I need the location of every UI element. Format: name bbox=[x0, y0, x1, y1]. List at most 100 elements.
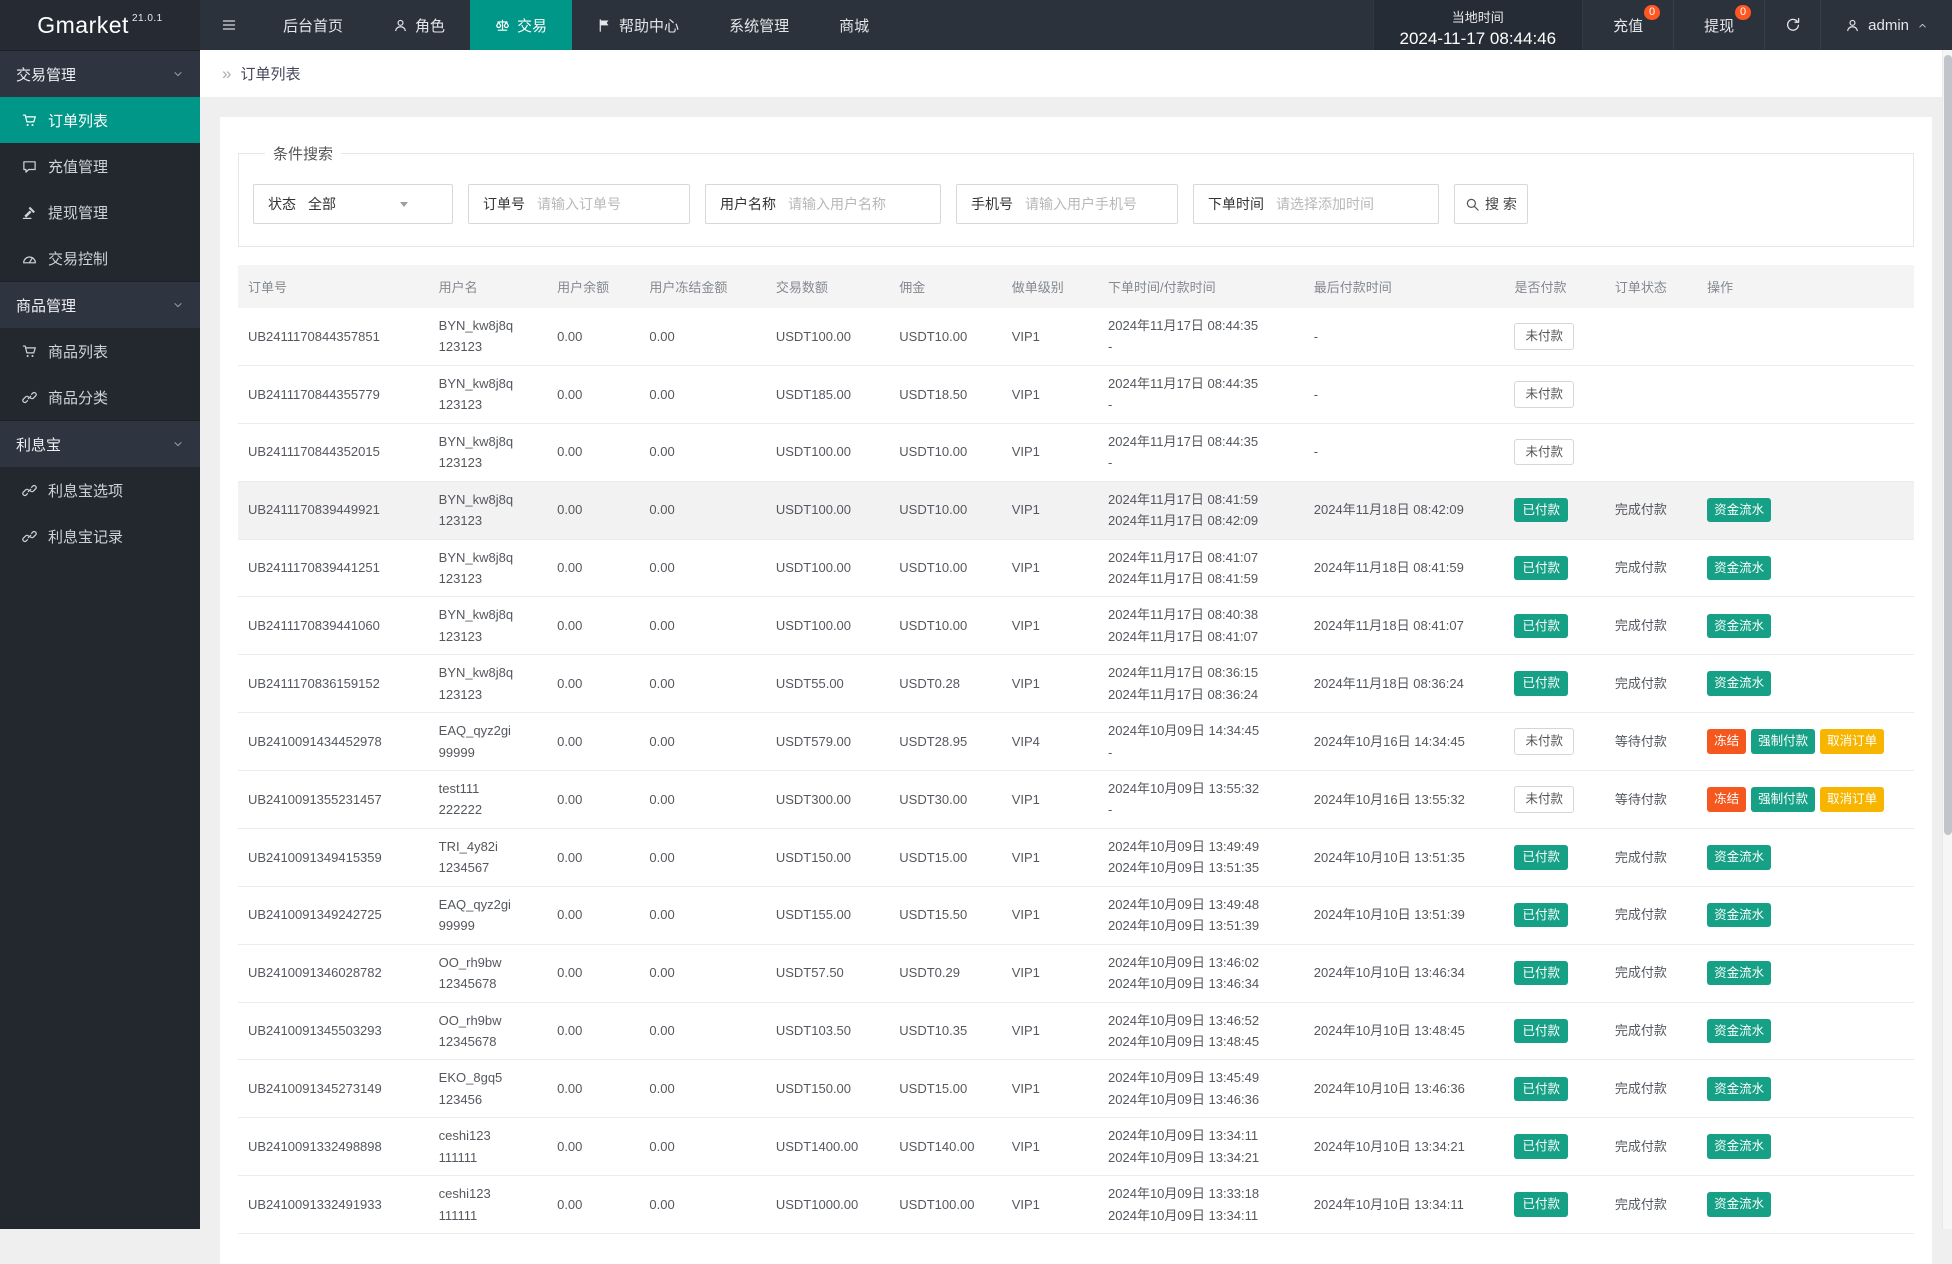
table-row: UB2410091345273149EKO_8gq51234560.000.00… bbox=[238, 1060, 1914, 1118]
frozen-cell: 0.00 bbox=[639, 713, 765, 771]
user-cell: BYN_kw8j8q123123 bbox=[429, 655, 547, 713]
nav-item-商城[interactable]: 商城 bbox=[814, 0, 894, 50]
phone-filter: 手机号 bbox=[956, 184, 1178, 224]
order-no-cell: UB2410091355231457 bbox=[238, 771, 429, 829]
action-button-资金流水[interactable]: 资金流水 bbox=[1707, 961, 1771, 986]
actions-cell: 资金流水 bbox=[1697, 597, 1914, 655]
sidebar-item-利息宝记录[interactable]: 利息宝记录 bbox=[0, 513, 200, 559]
frozen-cell: 0.00 bbox=[639, 1002, 765, 1060]
nav-item-交易[interactable]: 交易 bbox=[470, 0, 572, 50]
order-no-input[interactable] bbox=[537, 196, 689, 212]
order-no-cell: UB2410091346028782 bbox=[238, 944, 429, 1002]
order-status-cell: 等待付款 bbox=[1605, 713, 1697, 771]
action-button-资金流水[interactable]: 资金流水 bbox=[1707, 845, 1771, 870]
action-button-冻结[interactable]: 冻结 bbox=[1707, 787, 1746, 812]
amount-cell: USDT103.50 bbox=[766, 1002, 889, 1060]
last-pay-time-cell: 2024年11月18日 08:36:24 bbox=[1304, 655, 1505, 713]
order-no-filter: 订单号 bbox=[468, 184, 690, 224]
sidebar-toggle-button[interactable] bbox=[200, 0, 258, 50]
action-button-强制付款[interactable]: 强制付款 bbox=[1751, 787, 1815, 812]
level-cell: VIP1 bbox=[1002, 944, 1098, 1002]
order-no-cell: UB2411170844355779 bbox=[238, 365, 429, 423]
level-cell: VIP1 bbox=[1002, 1176, 1098, 1234]
level-cell: VIP1 bbox=[1002, 1060, 1098, 1118]
nav-item-帮助中心[interactable]: 帮助中心 bbox=[572, 0, 704, 50]
commission-cell: USDT10.00 bbox=[889, 481, 1001, 539]
order-no-cell: UB2411170836159152 bbox=[238, 655, 429, 713]
user-menu[interactable]: admin bbox=[1821, 0, 1952, 50]
action-button-冻结[interactable]: 冻结 bbox=[1707, 729, 1746, 754]
frozen-cell: 0.00 bbox=[639, 828, 765, 886]
table-row: UB2411170839441060BYN_kw8j8q1231230.000.… bbox=[238, 597, 1914, 655]
nav-item-后台首页[interactable]: 后台首页 bbox=[258, 0, 368, 50]
sidebar-item-商品列表[interactable]: 商品列表 bbox=[0, 328, 200, 374]
order-no-cell: UB2410091349242725 bbox=[238, 886, 429, 944]
search-button[interactable]: 搜 索 bbox=[1454, 184, 1528, 224]
order-time-cell: 2024年11月17日 08:41:072024年11月17日 08:41:59 bbox=[1098, 539, 1304, 597]
pay-status-badge: 未付款 bbox=[1514, 323, 1574, 350]
balance-cell: 0.00 bbox=[547, 944, 639, 1002]
action-button-资金流水[interactable]: 资金流水 bbox=[1707, 671, 1771, 696]
nav-item-系统管理[interactable]: 系统管理 bbox=[704, 0, 814, 50]
actions-cell: 冻结强制付款取消订单 bbox=[1697, 771, 1914, 829]
action-button-资金流水[interactable]: 资金流水 bbox=[1707, 614, 1771, 639]
order-no-cell: UB2411170839449921 bbox=[238, 481, 429, 539]
actions-cell: 资金流水 bbox=[1697, 481, 1914, 539]
last-pay-time-cell: 2024年10月10日 13:34:21 bbox=[1304, 1118, 1505, 1176]
orders-card: 条件搜索 状态 全部 订单号 用户名称 bbox=[220, 117, 1932, 1264]
order-time-input[interactable] bbox=[1276, 196, 1438, 212]
last-pay-time-cell: 2024年10月10日 13:51:35 bbox=[1304, 828, 1505, 886]
table-row: UB2411170839441251BYN_kw8j8q1231230.000.… bbox=[238, 539, 1914, 597]
sidebar-item-充值管理[interactable]: 充值管理 bbox=[0, 143, 200, 189]
column-header-是否付款: 是否付款 bbox=[1504, 265, 1604, 308]
order-no-cell: UB2410091349415359 bbox=[238, 828, 429, 886]
commission-cell: USDT10.35 bbox=[889, 1002, 1001, 1060]
action-button-资金流水[interactable]: 资金流水 bbox=[1707, 1192, 1771, 1217]
scrollbar-thumb[interactable] bbox=[1944, 55, 1952, 835]
last-pay-time-cell: 2024年11月18日 08:41:07 bbox=[1304, 597, 1505, 655]
level-cell: VIP4 bbox=[1002, 713, 1098, 771]
action-button-资金流水[interactable]: 资金流水 bbox=[1707, 1077, 1771, 1102]
refresh-button[interactable] bbox=[1765, 0, 1821, 50]
sidebar-item-利息宝选项[interactable]: 利息宝选项 bbox=[0, 467, 200, 513]
sidebar-item-交易控制[interactable]: 交易控制 bbox=[0, 235, 200, 281]
sidebar-group-利息宝[interactable]: 利息宝 bbox=[0, 420, 200, 467]
action-button-强制付款[interactable]: 强制付款 bbox=[1751, 729, 1815, 754]
username-input[interactable] bbox=[788, 196, 940, 212]
withdraw-notice-button[interactable]: 提现 0 bbox=[1674, 0, 1765, 50]
phone-input[interactable] bbox=[1025, 196, 1177, 212]
actions-cell: 资金流水 bbox=[1697, 1060, 1914, 1118]
sidebar-group-交易管理[interactable]: 交易管理 bbox=[0, 50, 200, 97]
person-icon bbox=[393, 18, 408, 33]
last-pay-time-cell: 2024年10月10日 13:46:34 bbox=[1304, 944, 1505, 1002]
app-name: Gmarket bbox=[37, 12, 129, 39]
pay-status-cell: 已付款 bbox=[1504, 1118, 1604, 1176]
status-select[interactable]: 状态 全部 bbox=[253, 184, 453, 224]
action-button-资金流水[interactable]: 资金流水 bbox=[1707, 1134, 1771, 1159]
frozen-cell: 0.00 bbox=[639, 308, 765, 365]
order-time-cell: 2024年10月09日 13:33:182024年10月09日 13:34:11 bbox=[1098, 1176, 1304, 1234]
balance-cell: 0.00 bbox=[547, 1002, 639, 1060]
nav-item-角色[interactable]: 角色 bbox=[368, 0, 470, 50]
pay-status-cell: 已付款 bbox=[1504, 944, 1604, 1002]
actions-cell bbox=[1697, 365, 1914, 423]
action-button-取消订单[interactable]: 取消订单 bbox=[1820, 787, 1884, 812]
last-pay-time-cell: - bbox=[1304, 308, 1505, 365]
recharge-notice-button[interactable]: 充值 0 bbox=[1583, 0, 1674, 50]
sidebar-item-提现管理[interactable]: 提现管理 bbox=[0, 189, 200, 235]
breadcrumb-chevron-icon: » bbox=[222, 64, 231, 84]
search-icon bbox=[1465, 197, 1480, 212]
sidebar-group-商品管理[interactable]: 商品管理 bbox=[0, 281, 200, 328]
sidebar-item-商品分类[interactable]: 商品分类 bbox=[0, 374, 200, 420]
search-panel-legend: 条件搜索 bbox=[265, 143, 341, 164]
action-button-资金流水[interactable]: 资金流水 bbox=[1707, 1019, 1771, 1044]
app-logo[interactable]: Gmarket21.0.1 bbox=[0, 0, 200, 50]
action-button-资金流水[interactable]: 资金流水 bbox=[1707, 903, 1771, 928]
action-button-取消订单[interactable]: 取消订单 bbox=[1820, 729, 1884, 754]
pay-status-badge: 已付款 bbox=[1514, 671, 1568, 696]
action-button-资金流水[interactable]: 资金流水 bbox=[1707, 498, 1771, 523]
amount-cell: USDT155.00 bbox=[766, 886, 889, 944]
sidebar-item-订单列表[interactable]: 订单列表 bbox=[0, 97, 200, 143]
action-button-资金流水[interactable]: 资金流水 bbox=[1707, 556, 1771, 581]
order-no-cell: UB2410091332491933 bbox=[238, 1176, 429, 1234]
